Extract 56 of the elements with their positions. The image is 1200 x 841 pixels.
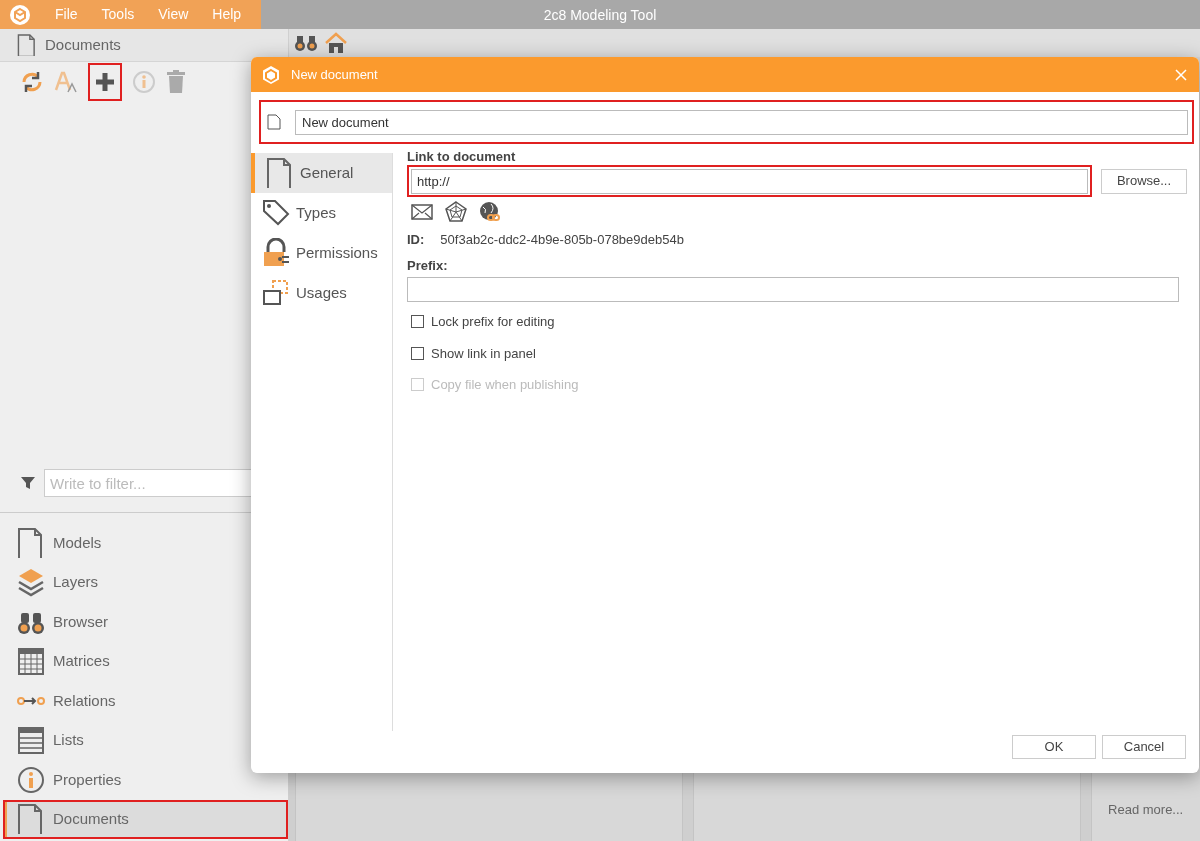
checkbox-label: Copy file when publishing [431, 376, 579, 394]
globe-link-icon[interactable] [479, 201, 501, 223]
checkbox-label: Lock prefix for editing [431, 313, 555, 331]
document-icon [17, 527, 45, 558]
dialog-tab[interactable]: Permissions [251, 233, 392, 273]
connector-icon [17, 696, 45, 705]
nav-item[interactable]: Documents [3, 799, 288, 839]
nav-item[interactable]: Matrices [3, 641, 288, 681]
envelope-icon[interactable] [411, 203, 433, 221]
dialog-title: New document [291, 65, 378, 84]
close-icon [1175, 68, 1187, 81]
dialog-tab[interactable]: Types [251, 193, 392, 233]
filter-icon [20, 475, 36, 491]
checkbox[interactable] [411, 315, 424, 329]
document-icon [266, 158, 294, 188]
binoculars-icon[interactable] [294, 33, 318, 53]
id-label: ID: [407, 231, 425, 249]
nav-item[interactable]: Layers [3, 562, 288, 602]
field-label: Prefix: [407, 256, 449, 275]
field-label: Link to document [407, 150, 517, 164]
window-title: 2c8 Modeling Tool [543, 6, 657, 25]
nav-item[interactable]: Browser [3, 602, 288, 642]
dialog-tab[interactable]: Usages [251, 273, 392, 313]
dialog-button[interactable]: OK [1012, 735, 1096, 759]
list-icon [17, 725, 45, 756]
tag-icon [262, 198, 290, 228]
document-icon [17, 804, 45, 835]
add-button[interactable] [88, 63, 122, 101]
checkbox[interactable] [411, 346, 424, 360]
link-field[interactable]: http:// [411, 168, 1088, 194]
plus-icon [94, 71, 116, 93]
refresh-icon[interactable] [20, 70, 44, 94]
nav-item[interactable]: Relations [3, 681, 288, 721]
frames-icon [262, 278, 290, 308]
prefix-field[interactable] [407, 277, 1179, 302]
info-icon [17, 764, 45, 795]
name-field[interactable]: New document [295, 109, 1188, 135]
document-icon [267, 114, 281, 130]
home-icon[interactable] [324, 32, 348, 54]
spiderweb-icon[interactable] [445, 201, 467, 223]
id-value: 50f3ab2c-ddc2-4b9e-805b-078be9deb54b [440, 231, 684, 249]
nav-item[interactable]: Lists [3, 720, 288, 760]
grid-icon [17, 646, 45, 677]
nav-item[interactable]: Models [3, 523, 288, 563]
dialog-tab[interactable]: General [251, 153, 392, 193]
logo-icon [261, 64, 281, 85]
padlock-icon [262, 238, 290, 268]
checkbox-label: Show link in panel [431, 344, 536, 363]
nav-item[interactable]: Properties [3, 760, 288, 800]
logo-icon [9, 3, 31, 26]
panel-title: Documents [45, 34, 121, 55]
document-icon [17, 34, 37, 56]
browse-button[interactable]: Browse... [1101, 168, 1187, 194]
dialog-button[interactable]: Cancel [1102, 735, 1186, 759]
read-more-link[interactable]: Read more... [1108, 799, 1200, 819]
layers-icon [17, 567, 45, 598]
